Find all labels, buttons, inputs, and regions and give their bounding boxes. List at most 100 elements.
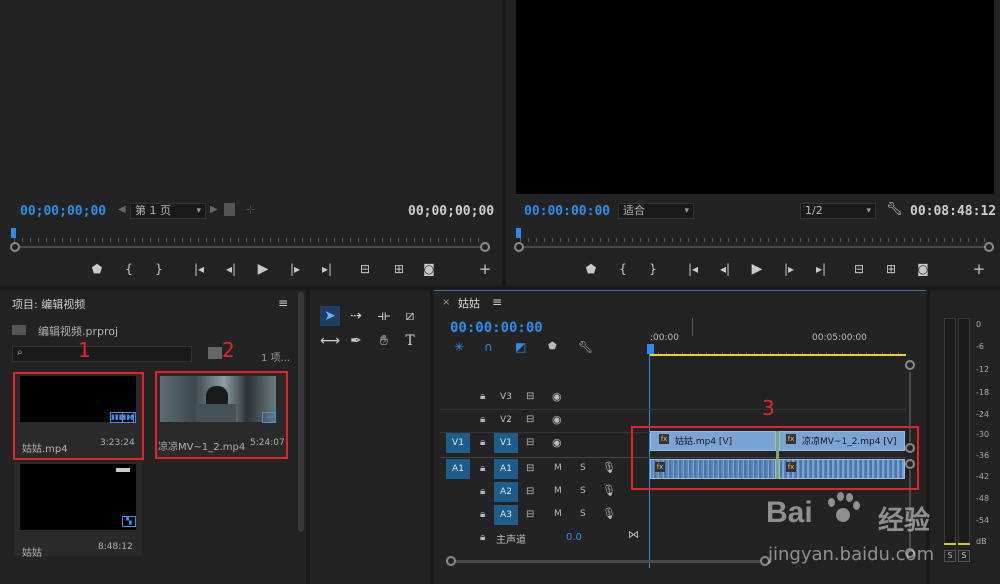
eye-icon[interactable]: ◉ bbox=[552, 390, 562, 403]
lock-icon[interactable]: 🔒︎ bbox=[480, 391, 485, 402]
mark-out-icon[interactable]: } bbox=[644, 262, 662, 276]
lock-icon[interactable]: 🔒︎ bbox=[480, 463, 485, 474]
add-button-icon[interactable]: + bbox=[476, 262, 494, 277]
program-ruler[interactable] bbox=[520, 228, 988, 242]
program-zoom-handle-right[interactable] bbox=[984, 242, 994, 252]
timeline-playhead-head[interactable] bbox=[647, 344, 654, 354]
source-ruler[interactable] bbox=[14, 228, 486, 242]
source-zoom-handle-left[interactable] bbox=[10, 242, 20, 252]
toggle-sync-icon[interactable]: ⊟ bbox=[526, 437, 534, 448]
microphone-icon[interactable]: 🎙︎ bbox=[602, 461, 616, 474]
track-label-a1[interactable]: A1 bbox=[494, 459, 518, 479]
toggle-sync-icon[interactable]: ⊟ bbox=[526, 414, 534, 425]
fit-dropdown[interactable]: 适合 ▾ bbox=[618, 203, 694, 219]
program-zoom-handle-left[interactable] bbox=[514, 242, 524, 252]
camera-icon[interactable]: ◙ bbox=[420, 262, 438, 276]
horizontal-scroll-left[interactable] bbox=[446, 556, 456, 566]
lock-icon[interactable]: 🔒︎ bbox=[480, 414, 485, 425]
timeline-settings-icon[interactable]: 🔧︎ bbox=[578, 340, 593, 354]
add-button-icon[interactable]: + bbox=[970, 262, 988, 277]
toggle-sync-icon[interactable]: ⊟ bbox=[526, 486, 534, 497]
insert-icon[interactable]: ⊟ bbox=[356, 262, 374, 276]
wrench-icon[interactable]: 🔧︎ bbox=[886, 202, 903, 217]
snap-icon[interactable]: ∩ bbox=[484, 340, 493, 354]
timeline-tab-title[interactable]: 姑姑 bbox=[458, 295, 480, 311]
step-forward-icon[interactable]: |▸ bbox=[780, 262, 798, 276]
go-to-out-icon[interactable]: ▸| bbox=[812, 262, 830, 276]
toggle-sync-icon[interactable]: ⊟ bbox=[526, 391, 534, 402]
lock-icon[interactable]: 🔒︎ bbox=[480, 532, 485, 543]
step-back-icon[interactable]: ◂| bbox=[716, 262, 734, 276]
overwrite-icon[interactable]: ⊞ bbox=[390, 262, 408, 276]
track-label-v1[interactable]: V1 bbox=[494, 433, 518, 453]
timeline-timecode[interactable]: 00:00:00:00 bbox=[450, 320, 543, 336]
solo-right-button[interactable]: S bbox=[958, 550, 970, 562]
master-end-icon[interactable]: ⋈ bbox=[628, 528, 639, 541]
close-tab-icon[interactable]: × bbox=[442, 297, 450, 308]
resolution-dropdown[interactable]: 1/2 ▾ bbox=[800, 203, 876, 219]
new-bin-icon[interactable] bbox=[208, 347, 222, 359]
track-label-a2[interactable]: A2 bbox=[494, 482, 518, 502]
eye-icon[interactable]: ◉ bbox=[552, 436, 562, 449]
lock-icon[interactable]: 🔒︎ bbox=[480, 509, 485, 520]
ripple-edit-tool-icon[interactable]: ⟛ bbox=[374, 306, 394, 326]
vertical-scroll-top[interactable] bbox=[905, 360, 915, 370]
lock-icon[interactable]: 🔒︎ bbox=[480, 437, 485, 448]
track-label-v3[interactable]: V3 bbox=[496, 387, 516, 407]
source-patch-v1[interactable]: V1 bbox=[446, 433, 470, 453]
settings-icon[interactable]: ⊹ bbox=[246, 203, 255, 216]
horizontal-scrollbar[interactable] bbox=[452, 560, 762, 563]
play-icon[interactable]: ▶ bbox=[748, 262, 766, 276]
source-timecode-current[interactable]: 00;00;00;00 bbox=[20, 204, 106, 219]
timeline-menu-icon[interactable]: ≡ bbox=[492, 295, 502, 309]
razor-tool-icon[interactable]: ⧄ bbox=[400, 306, 420, 326]
program-zoom-scrollbar[interactable] bbox=[520, 246, 988, 248]
master-volume-value[interactable]: 0.0 bbox=[566, 532, 582, 543]
panel-menu-icon[interactable]: ≡ bbox=[278, 296, 288, 310]
source-zoom-handle-right[interactable] bbox=[480, 242, 490, 252]
page-dropdown[interactable]: 第 1 页 ▾ bbox=[130, 203, 206, 219]
track-label-v2[interactable]: V2 bbox=[496, 410, 516, 430]
track-select-tool-icon[interactable]: ⇢ bbox=[346, 306, 366, 326]
mark-in-icon[interactable]: { bbox=[614, 262, 632, 276]
lift-icon[interactable]: ⊟ bbox=[850, 262, 868, 276]
pen-tool-icon[interactable]: ✒ bbox=[346, 331, 366, 351]
nest-toggle-icon[interactable]: ✳ bbox=[454, 340, 464, 354]
go-to-out-icon[interactable]: ▸| bbox=[318, 262, 336, 276]
mark-out-icon[interactable]: } bbox=[150, 262, 168, 276]
mute-icon[interactable]: M bbox=[554, 509, 562, 519]
solo-icon[interactable]: S bbox=[580, 509, 586, 519]
search-input[interactable]: ⌕ bbox=[12, 346, 192, 362]
program-timecode-current[interactable]: 00:00:00:00 bbox=[524, 204, 610, 219]
solo-icon[interactable]: S bbox=[580, 463, 586, 473]
eye-icon[interactable]: ◉ bbox=[552, 413, 562, 426]
toggle-sync-icon[interactable]: ⊟ bbox=[526, 509, 534, 520]
export-icon[interactable] bbox=[224, 203, 235, 216]
slip-tool-icon[interactable]: ⟷ bbox=[320, 331, 340, 351]
selection-tool-icon[interactable]: ➤ bbox=[320, 306, 340, 326]
go-to-in-icon[interactable]: |◂ bbox=[684, 262, 702, 276]
project-scrollbar[interactable] bbox=[298, 292, 304, 532]
step-forward-icon[interactable]: |▸ bbox=[286, 262, 304, 276]
prev-page-icon[interactable]: ◀ bbox=[118, 204, 126, 215]
next-page-icon[interactable]: ▶ bbox=[210, 204, 218, 215]
microphone-icon[interactable]: 🎙︎ bbox=[602, 484, 616, 497]
linked-selection-icon[interactable]: ◩ bbox=[515, 340, 526, 354]
source-zoom-scrollbar[interactable] bbox=[14, 246, 484, 248]
go-to-in-icon[interactable]: |◂ bbox=[190, 262, 208, 276]
source-patch-a1[interactable]: A1 bbox=[446, 459, 470, 479]
hand-tool-icon[interactable]: ✋︎ bbox=[374, 331, 394, 351]
mute-icon[interactable]: M bbox=[554, 486, 562, 496]
solo-icon[interactable]: S bbox=[580, 486, 586, 496]
add-marker-icon[interactable]: ⬟ bbox=[548, 341, 557, 352]
work-area-bar[interactable] bbox=[650, 354, 906, 356]
program-playhead[interactable] bbox=[516, 228, 521, 238]
mute-icon[interactable]: M bbox=[554, 463, 562, 473]
play-icon[interactable]: ▶ bbox=[254, 262, 272, 276]
track-label-a3[interactable]: A3 bbox=[494, 505, 518, 525]
step-back-icon[interactable]: ◂| bbox=[222, 262, 240, 276]
microphone-icon[interactable]: 🎙︎ bbox=[602, 507, 616, 520]
mark-in-icon[interactable]: { bbox=[120, 262, 138, 276]
source-playhead[interactable] bbox=[11, 228, 16, 238]
add-marker-icon[interactable]: ⬟ bbox=[88, 262, 106, 276]
